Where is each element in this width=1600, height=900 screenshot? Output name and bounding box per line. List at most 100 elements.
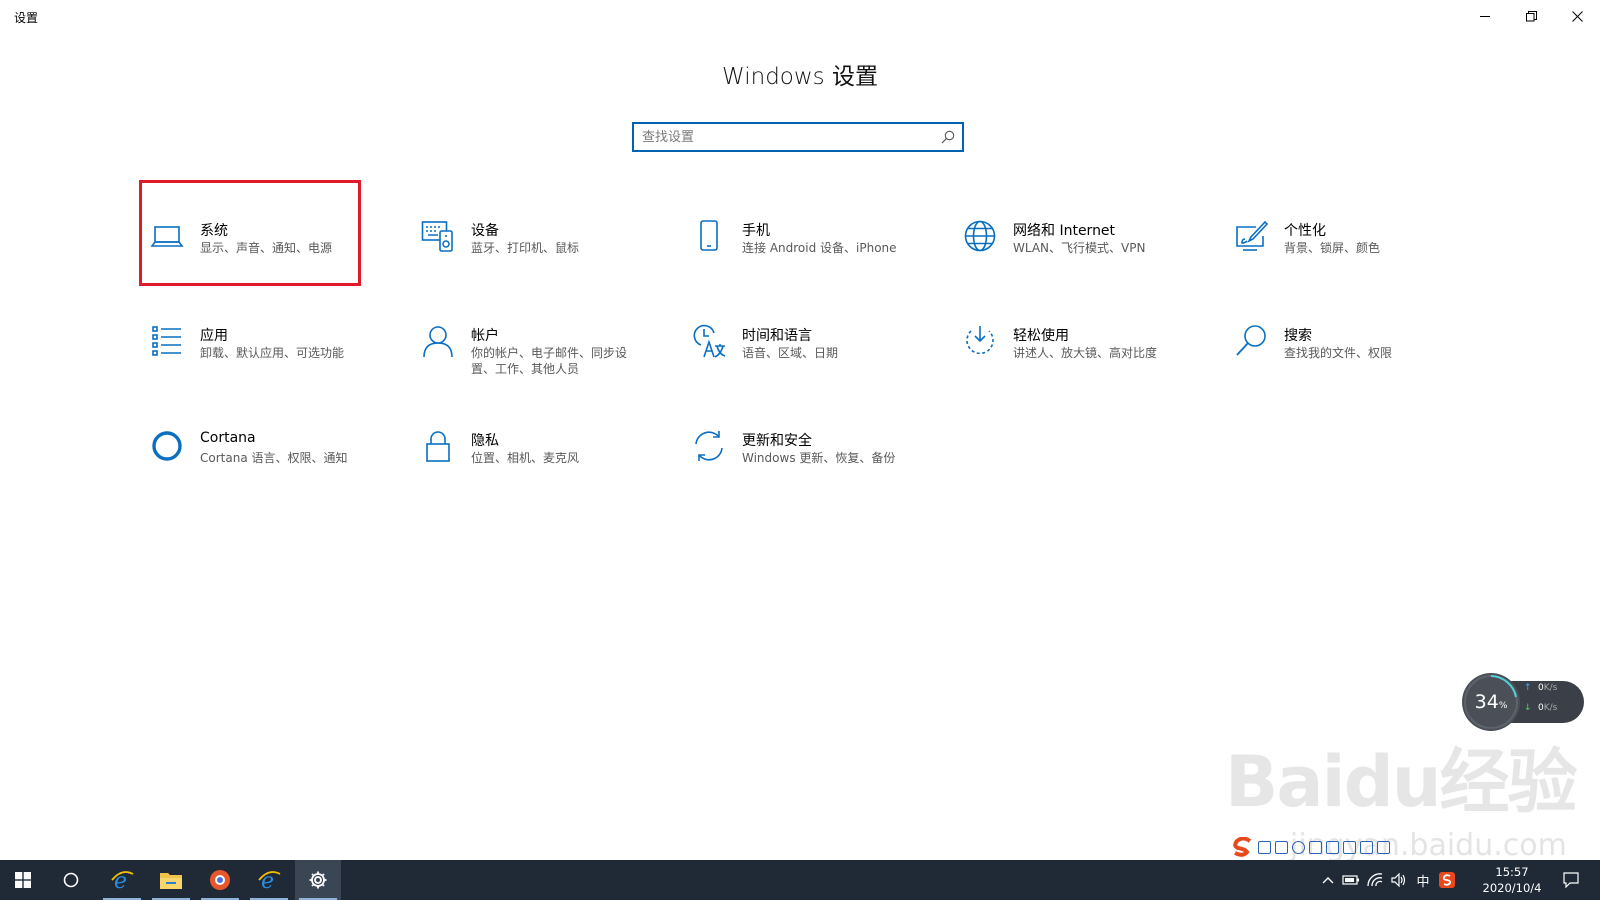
- search-input[interactable]: [642, 128, 932, 146]
- tile-personalization[interactable]: 个性化 背景、锁屏、颜色: [1225, 213, 1487, 303]
- ease-of-access-icon: [963, 324, 997, 358]
- tray-wifi[interactable]: [1364, 860, 1386, 900]
- tile-description: Windows 更新、恢复、备份: [742, 451, 896, 465]
- download-unit: K/s: [1543, 703, 1558, 713]
- tray-battery[interactable]: [1340, 860, 1362, 900]
- minimize-icon: [1479, 15, 1490, 17]
- network-speed-widget[interactable]: 34% ↑ 0K/s ↓ 0K/s: [1462, 673, 1584, 731]
- clock[interactable]: 15:57 2020/10/4: [1472, 864, 1552, 896]
- tile-title: 搜索: [1284, 328, 1312, 344]
- tile-description: 背景、锁屏、颜色: [1284, 241, 1381, 255]
- tile-title: 时间和语言: [742, 328, 812, 344]
- download-arrow-icon: ↓: [1524, 703, 1532, 713]
- memory-percent: 34: [1474, 691, 1499, 713]
- tile-description: 讲述人、放大镜、高对比度: [1013, 346, 1158, 360]
- tile-title: 轻松使用: [1013, 328, 1069, 344]
- taskbar: e e 中 15:57 2020/10/4: [0, 860, 1600, 900]
- action-center-button[interactable]: [1556, 860, 1586, 900]
- page-title: Windows 设置: [722, 64, 878, 90]
- cortana-search-button[interactable]: [48, 860, 94, 900]
- wifi-icon: [1367, 873, 1383, 887]
- globe-icon: [963, 219, 997, 253]
- tile-network[interactable]: 网络和 Internet WLAN、飞行模式、VPN: [954, 213, 1216, 303]
- tile-description: WLAN、飞行模式、VPN: [1013, 241, 1146, 255]
- tile-search[interactable]: 搜索 查找我的文件、权限: [1225, 318, 1487, 408]
- paintbrush-icon: [1234, 219, 1269, 253]
- phone-icon: [692, 219, 726, 253]
- taskbar-browser[interactable]: [197, 860, 243, 900]
- tile-privacy[interactable]: 隐私 位置、相机、麦克风: [412, 423, 674, 513]
- notification-icon: [1563, 872, 1579, 888]
- start-button[interactable]: [0, 860, 46, 900]
- ime-toolbar[interactable]: [1232, 836, 1390, 858]
- tile-time-language[interactable]: 时间和语言 语音、区域、日期: [683, 318, 945, 408]
- search-box[interactable]: [632, 122, 964, 152]
- tile-title: 帐户: [471, 328, 499, 344]
- tray-overflow-button[interactable]: [1318, 860, 1338, 900]
- sogou-logo-icon: [1233, 837, 1252, 857]
- ime-tool-icon[interactable]: [1326, 840, 1339, 854]
- taskbar-ie-2[interactable]: e: [246, 860, 292, 900]
- tile-update-security[interactable]: 更新和安全 Windows 更新、恢复、备份: [683, 423, 945, 513]
- time-language-icon: [692, 324, 726, 358]
- close-button[interactable]: [1554, 0, 1600, 32]
- app-title: 设置: [14, 11, 39, 25]
- tile-description: 卸载、默认应用、可选功能: [200, 346, 345, 360]
- tray-ime-mode[interactable]: 中: [1412, 860, 1434, 900]
- internet-explorer-icon: e: [111, 869, 134, 892]
- highlight-box: [139, 180, 361, 286]
- tray-volume[interactable]: [1388, 860, 1410, 900]
- clock-date: 2020/10/4: [1482, 881, 1542, 895]
- tile-title: 个性化: [1284, 223, 1326, 239]
- lock-icon: [421, 429, 455, 463]
- ime-tool-icon[interactable]: [1292, 840, 1305, 854]
- title-bar: 设置: [0, 0, 1600, 32]
- ime-mic-icon[interactable]: [1309, 840, 1322, 854]
- tile-devices[interactable]: 设备 蓝牙、打印机、鼠标: [412, 213, 674, 303]
- restore-button[interactable]: [1508, 0, 1554, 32]
- close-icon: [1571, 10, 1583, 22]
- windows-logo-icon: [15, 872, 31, 888]
- minimize-button[interactable]: [1462, 0, 1508, 32]
- ime-tool-icon[interactable]: [1275, 840, 1288, 854]
- tray-sogou[interactable]: [1436, 860, 1458, 900]
- upload-unit: K/s: [1543, 683, 1558, 693]
- percent-unit: %: [1498, 701, 1508, 711]
- chevron-up-icon: [1322, 877, 1334, 884]
- tile-description: 位置、相机、麦克风: [471, 451, 580, 465]
- ime-tool-icon[interactable]: [1343, 840, 1356, 854]
- tile-description: Cortana 语言、权限、通知: [200, 451, 348, 465]
- tile-title: Cortana: [200, 430, 256, 446]
- tile-description: 查找我的文件、权限: [1284, 346, 1393, 360]
- tile-description: 语音、区域、日期: [742, 346, 839, 360]
- cortana-circle-icon: [63, 872, 79, 888]
- tile-title: 手机: [742, 223, 770, 239]
- tile-accounts[interactable]: 帐户 你的帐户、电子邮件、同步设置、工作、其他人员: [412, 318, 674, 408]
- browser-icon: [210, 870, 230, 890]
- tile-title: 应用: [200, 328, 228, 344]
- person-icon: [421, 324, 455, 358]
- search-icon: [1234, 324, 1268, 358]
- tile-phone[interactable]: 手机 连接 Android 设备、iPhone: [683, 213, 945, 303]
- tile-title: 网络和 Internet: [1013, 223, 1116, 239]
- tile-apps[interactable]: 应用 卸载、默认应用、可选功能: [141, 318, 403, 408]
- taskbar-ie[interactable]: e: [99, 860, 145, 900]
- clock-time: 15:57: [1495, 865, 1529, 879]
- memory-gauge: 34%: [1462, 673, 1520, 731]
- search-icon[interactable]: [941, 130, 955, 144]
- tile-description: 你的帐户、电子邮件、同步设置、工作、其他人员: [471, 346, 628, 376]
- sogou-tray-icon: [1439, 872, 1455, 888]
- battery-icon: [1342, 875, 1359, 885]
- ime-tool-icon[interactable]: [1377, 840, 1390, 854]
- taskbar-file-explorer[interactable]: [148, 860, 194, 900]
- keyboard-devices-icon: [421, 219, 455, 253]
- taskbar-settings[interactable]: [295, 860, 341, 900]
- apps-list-icon: [150, 324, 184, 358]
- tile-title: 隐私: [471, 433, 499, 449]
- ime-tool-icon[interactable]: [1258, 840, 1271, 854]
- sync-icon: [692, 429, 726, 463]
- tile-ease-of-access[interactable]: 轻松使用 讲述人、放大镜、高对比度: [954, 318, 1216, 408]
- tile-cortana[interactable]: Cortana Cortana 语言、权限、通知: [141, 423, 403, 513]
- internet-explorer-icon: e: [258, 869, 281, 892]
- ime-tool-icon[interactable]: [1360, 840, 1373, 854]
